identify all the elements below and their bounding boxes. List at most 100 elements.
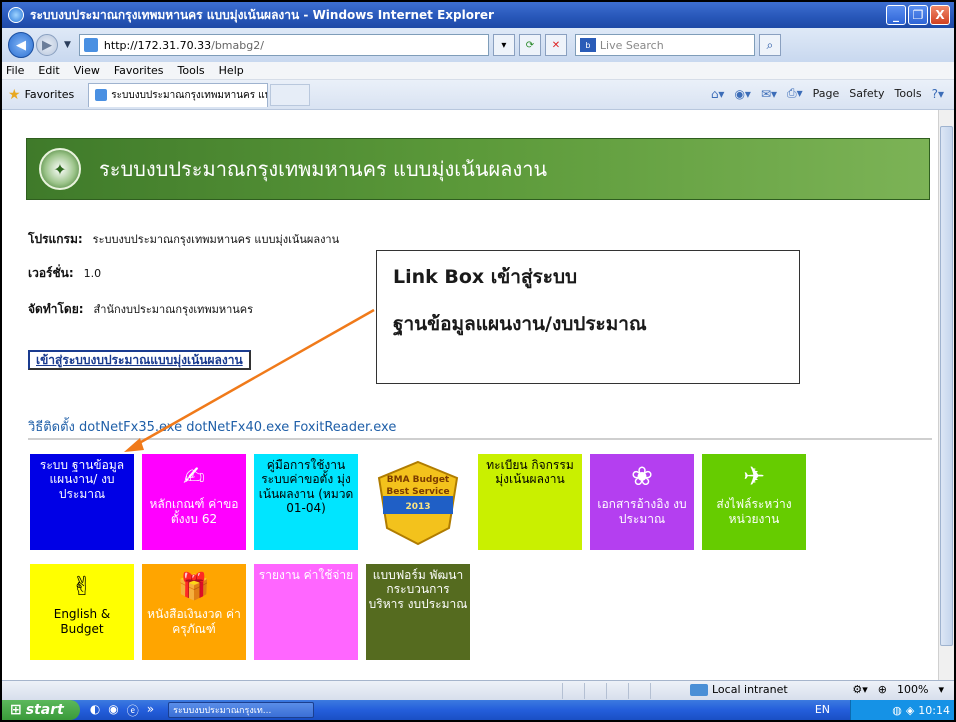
status-segment	[606, 683, 628, 699]
start-button[interactable]: ⊞ start	[2, 700, 80, 720]
window-title: ระบบงบประมาณกรุงเทพมหานคร แบบมุ่งเน้นผลง…	[30, 7, 494, 22]
restore-button[interactable]: ❐	[908, 5, 928, 25]
tile-reference-documents[interactable]: ❀ เอกสารอ้างอิง งบประมาณ	[590, 454, 694, 550]
gift-icon: 🎁	[177, 572, 211, 602]
url-input[interactable]: http://172.31.70.33/bmabg2/	[78, 34, 489, 56]
victory-hand-icon: ✌	[71, 572, 93, 602]
search-placeholder: Live Search	[599, 38, 664, 52]
divider	[28, 438, 932, 440]
stop-icon[interactable]: ✕	[544, 34, 567, 56]
home-icon[interactable]: ⌂▾	[711, 87, 725, 101]
callout-line-2: ฐานข้อมูลแผนงาน/งบประมาณ	[393, 312, 647, 335]
svg-text:Best Service: Best Service	[386, 487, 449, 497]
tile-budget-criteria[interactable]: ✍ หลักเกณฑ์ ค่าขอตั้งงบ 62	[142, 454, 246, 550]
print-icon[interactable]: ⎙▾	[787, 86, 803, 101]
status-bar: Local intranet ⚙▾ ⊕ 100% ▾	[2, 680, 954, 700]
mail-icon[interactable]: ✉▾	[761, 87, 777, 101]
tile-label: ระบบ ฐานข้อมูล แผนงาน/ งบประมาณ	[39, 458, 125, 501]
favorites-button[interactable]: Favorites	[25, 88, 75, 101]
menu-view[interactable]: View	[74, 64, 100, 77]
zoom-level: 100%	[897, 683, 929, 696]
page-content: ✦ ระบบงบประมาณกรุงเทพมหานคร แบบมุ่งเน้นผ…	[2, 110, 938, 680]
feeds-icon[interactable]: ◉▾	[734, 87, 751, 101]
status-segments	[562, 683, 672, 699]
intranet-icon	[690, 683, 708, 696]
svg-text:2013: 2013	[405, 502, 430, 512]
vertical-scrollbar[interactable]	[938, 110, 954, 680]
history-dropdown-icon[interactable]: ▼	[64, 40, 71, 50]
minimize-button[interactable]: _	[886, 5, 906, 25]
start-label: start	[25, 702, 64, 718]
quick-launch-icon[interactable]: ◉	[108, 702, 118, 719]
close-button[interactable]: X	[930, 5, 950, 25]
tile-best-service-badge[interactable]: BMA Budget Best Service 2013	[366, 454, 470, 550]
header-banner: ✦ ระบบงบประมาณกรุงเทพมหานคร แบบมุ่งเน้นผ…	[26, 138, 930, 200]
zoom-dropdown-icon[interactable]: ▾	[938, 683, 944, 696]
menu-tools[interactable]: Tools	[178, 64, 205, 77]
tile-equipment-letter[interactable]: 🎁 หนังสือเงินงวด ค่าครุภัณฑ์	[142, 564, 246, 660]
tray-icon[interactable]: ◍	[892, 704, 902, 717]
favorites-star-icon[interactable]: ★	[8, 87, 21, 103]
security-zone[interactable]: Local intranet	[690, 683, 788, 696]
page-menu[interactable]: Page	[813, 87, 840, 100]
tile-budget-database[interactable]: ระบบ ฐานข้อมูล แผนงาน/ งบประมาณ	[30, 454, 134, 550]
safety-menu[interactable]: Safety	[849, 87, 884, 100]
taskbar: ⊞ start ◐ ◉ ⓔ » ระบบงบประมาณกรุงเท... EN…	[2, 700, 954, 720]
tile-activity-register[interactable]: ทะเบียน กิจกรรม มุ่งเน้นผลงาน	[478, 454, 582, 550]
tab-current[interactable]: ระบบงบประมาณกรุงเทพมหานคร แบบมุ่งเน้นผลง…	[88, 82, 269, 107]
quick-launch-icon[interactable]: ◐	[90, 702, 100, 719]
zoom-icon: ⊕	[877, 683, 888, 696]
url-host: http://172.31.70.33	[103, 38, 212, 52]
system-tray: ◍ ◈ 10:14	[850, 700, 954, 720]
menu-file[interactable]: File	[6, 64, 24, 77]
taskbar-item-ie[interactable]: ระบบงบประมาณกรุงเท...	[168, 702, 315, 718]
menu-help[interactable]: Help	[219, 64, 244, 77]
help-icon[interactable]: ?▾	[932, 87, 944, 101]
tools-menu[interactable]: Tools	[894, 87, 921, 100]
menu-favorites[interactable]: Favorites	[114, 64, 164, 77]
search-input[interactable]: b Live Search	[574, 34, 755, 56]
back-button[interactable]: ◀	[8, 32, 34, 58]
signature-icon: ✍	[183, 462, 205, 492]
quick-launch-more-icon[interactable]: »	[147, 702, 154, 719]
author-value: สำนักงบประมาณกรุงเทพมหานคร	[93, 303, 254, 316]
install-instructions-link[interactable]: วิธีติดตั้ง dotNetFx35.exe dotNetFx40.ex…	[28, 416, 396, 437]
title-bar: ระบบงบประมาณกรุงเทพมหานคร แบบมุ่งเน้นผลง…	[2, 2, 954, 28]
tile-user-manual[interactable]: คู่มือการใช้งาน ระบบค่าขอตั้ง มุ่งเน้นผล…	[254, 454, 358, 550]
taskbar-item-label: ระบบงบประมาณกรุงเท...	[173, 706, 272, 716]
new-tab-button[interactable]	[270, 83, 311, 106]
enter-system-button[interactable]: เข้าสู่ระบบงบประมาณแบบมุ่งเน้นผลงาน	[28, 350, 251, 370]
ie-quick-icon[interactable]: ⓔ	[127, 702, 139, 719]
program-key: โปรแกรม:	[28, 232, 83, 246]
protected-mode-icon[interactable]: ⚙▾	[852, 683, 867, 696]
menu-edit[interactable]: Edit	[38, 64, 59, 77]
tile-send-files[interactable]: ✈ ส่งไฟล์ระหว่าง หน่วยงาน	[702, 454, 806, 550]
tray-icon[interactable]: ◈	[906, 704, 914, 717]
clock[interactable]: 10:14	[918, 704, 950, 717]
version-value: 1.0	[83, 267, 102, 280]
tile-label: คู่มือการใช้งาน ระบบค่าขอตั้ง มุ่งเน้นผล…	[258, 458, 354, 516]
flower-icon: ❀	[631, 462, 653, 492]
best-service-badge-icon: BMA Budget Best Service 2013	[377, 460, 459, 546]
search-icon[interactable]: ⌕	[758, 34, 781, 56]
quick-launch: ◐ ◉ ⓔ »	[90, 702, 154, 719]
tab-title: ระบบงบประมาณกรุงเทพมหานคร แบบมุ่งเน้นผลง…	[111, 89, 267, 101]
status-segment	[650, 683, 672, 699]
live-search-icon: b	[579, 38, 596, 52]
tile-process-forms[interactable]: แบบฟอร์ม พัฒนา กระบวนการ บริหาร งบประมาณ	[366, 564, 470, 660]
forward-button[interactable]: ▶	[36, 34, 58, 56]
refresh-icon[interactable]: ⟳	[518, 34, 541, 56]
tile-label: แบบฟอร์ม พัฒนา กระบวนการ บริหาร งบประมาณ	[368, 568, 468, 611]
windows-logo-icon: ⊞	[10, 702, 22, 718]
scroll-thumb[interactable]	[940, 126, 953, 646]
tile-english-budget[interactable]: ✌ English & Budget	[30, 564, 134, 660]
author-row: จัดทำโดย: สำนักงบประมาณกรุงเทพมหานคร	[28, 300, 253, 319]
url-dropdown-icon[interactable]: ▾	[492, 34, 515, 56]
zoom-control[interactable]: ⚙▾ ⊕ 100% ▾	[852, 683, 944, 696]
tile-label: เอกสารอ้างอิง งบประมาณ	[597, 497, 687, 526]
ie-icon	[8, 7, 24, 23]
program-value: ระบบงบประมาณกรุงเทพมหานคร แบบมุ่งเน้นผลง…	[92, 233, 340, 246]
language-indicator[interactable]: EN	[815, 703, 830, 716]
tile-expense-report[interactable]: รายงาน ค่าใช้จ่าย	[254, 564, 358, 660]
banner-title: ระบบงบประมาณกรุงเทพมหานคร แบบมุ่งเน้นผลง…	[99, 157, 548, 181]
